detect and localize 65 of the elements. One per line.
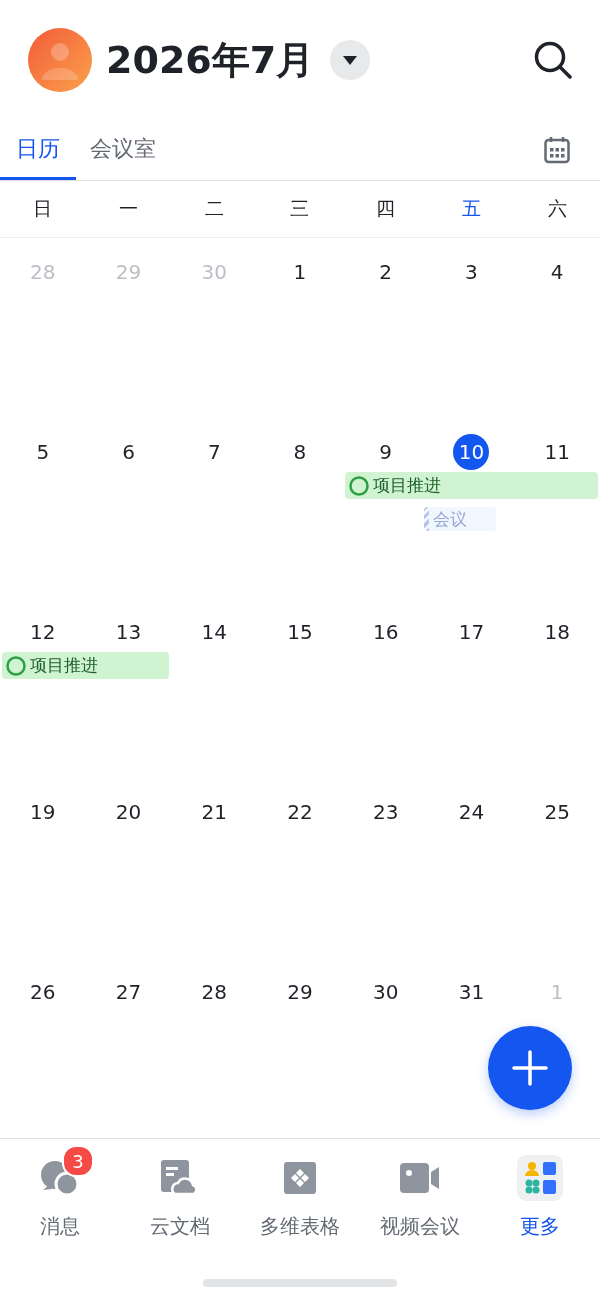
day-number[interactable]: 21 [196,794,233,830]
day-number[interactable]: 16 [367,614,404,650]
day-number[interactable]: 26 [24,974,61,1010]
event-bar[interactable]: 项目推进 [344,472,598,499]
day-number[interactable]: 15 [282,614,318,650]
day-number[interactable]: 31 [453,974,490,1010]
day-number[interactable]: 24 [453,794,490,830]
day-number[interactable]: 3 [453,254,490,290]
day-number[interactable]: 5 [24,434,61,470]
nav-item[interactable]: 云文档 [150,1213,210,1240]
nav-item[interactable]: 更多 [520,1213,560,1240]
month-dropdown[interactable] [330,40,371,80]
search-icon[interactable] [534,41,572,79]
day-number[interactable]: 19 [24,794,61,830]
day-number[interactable]: 28 [196,974,233,1010]
nav-item[interactable]: 视频会议 [380,1213,460,1240]
tab[interactable]: 日历 [0,120,76,180]
ring-icon [348,475,369,496]
day-number[interactable]: 11 [539,434,576,470]
day-number[interactable]: 30 [367,974,404,1010]
weekday-label: 二 [203,196,225,221]
ring-icon [6,655,26,676]
avatar[interactable] [28,28,92,92]
weekday-label: 一 [118,196,140,221]
weekday-label: 五 [460,196,482,221]
weekday-label: 日 [32,196,54,221]
nav-item[interactable]: 消息 [40,1213,80,1240]
plus-icon [512,1050,548,1086]
calendar-icon[interactable] [544,136,570,164]
day-number[interactable]: 9 [367,434,404,470]
day-number[interactable]: 12 [24,614,61,650]
weekday-label: 六 [546,196,568,221]
event-bar[interactable]: 项目推进 [2,652,170,679]
day-number[interactable]: 23 [367,794,404,830]
day-number[interactable]: 20 [110,794,147,830]
day-number[interactable]: 8 [282,434,318,470]
day-number[interactable]: 22 [282,794,318,830]
day-number[interactable]: 6 [110,434,147,470]
caret-icon [343,55,358,65]
weekday-label: 三 [289,196,311,221]
event-title: 项目推进 [30,654,98,677]
day-number[interactable]: 27 [110,974,147,1010]
video-camera-icon [400,1163,440,1193]
day-number[interactable]: 14 [196,614,233,650]
day-number[interactable]: 25 [539,794,576,830]
app-grid-icon [517,1155,563,1201]
day-number[interactable]: 17 [453,614,490,650]
day-number[interactable]: 29 [282,974,318,1010]
cloud-document-icon [161,1160,199,1196]
day-number[interactable]: 4 [539,254,576,290]
table-grid-icon [284,1162,316,1194]
day-number[interactable]: 2 [367,254,404,290]
unread-badge: 3 [62,1145,94,1177]
month-title: 2026年7月 [106,36,315,84]
tab[interactable]: 会议室 [76,120,170,180]
day-number[interactable]: 13 [110,614,147,650]
add-button[interactable] [488,1026,572,1110]
day-number[interactable]: 1 [282,254,318,290]
day-number[interactable]: 18 [539,614,576,650]
event-title: 项目推进 [372,474,441,497]
nav-item[interactable]: 多维表格 [260,1213,340,1240]
day-number[interactable]: 10 [453,434,490,470]
weekday-label: 四 [375,196,397,221]
event-title: 会议 [432,507,467,531]
day-number[interactable]: 7 [196,434,233,470]
